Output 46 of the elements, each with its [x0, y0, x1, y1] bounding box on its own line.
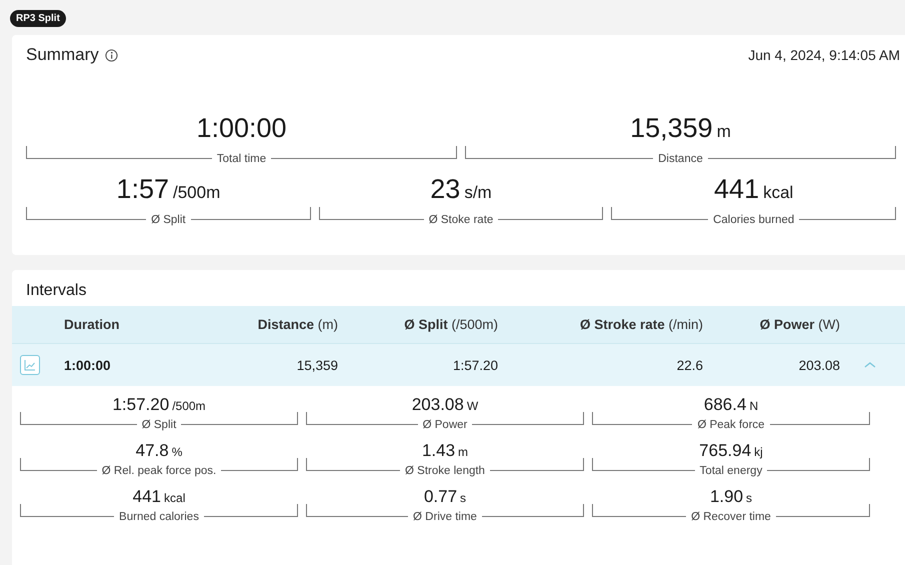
stat-label: Total time [216, 152, 268, 166]
stat-label: Total energy [698, 464, 764, 478]
stat-label: Ø Peak force [696, 418, 766, 432]
stat-value: 686.4 N [704, 396, 758, 415]
table-cell-text: 1:00:00 [64, 358, 112, 372]
stat-label: Ø Rel. peak force pos. [100, 464, 218, 478]
stat-value: 203.08 W [412, 396, 478, 415]
stat-label: Ø Drive time [412, 510, 478, 524]
badge: RP3 Split [10, 10, 66, 27]
card-title: Intervals [25, 281, 88, 301]
date-time: Jun 4, 2024, 9:14:05 AM [748, 47, 900, 63]
table-cell-text: 1:57.20 [452, 358, 498, 372]
info-icon[interactable] [104, 48, 118, 62]
stat-label: Burned calories [118, 510, 200, 524]
stat-value: 0.77 s [424, 488, 466, 507]
column-header[interactable]: Duration [64, 317, 234, 332]
stat-label: Ø Recover time [690, 510, 772, 524]
stat-value: 1:00:00 [196, 113, 287, 144]
stat-value: 47.8 % [136, 442, 182, 461]
stat-label: Ø Stroke length [404, 464, 486, 478]
table-cell-text: 22.6 [676, 358, 703, 372]
stat-label: Calories burned [712, 213, 796, 227]
card-title: Summary [26, 45, 99, 65]
table-cell-text: 203.08 [798, 358, 840, 372]
stat-value: 441 kcal [132, 488, 186, 507]
chart-icon [24, 359, 36, 371]
stat-value: 23 s/m [430, 174, 492, 205]
stat-value: 1:57.20 /500m [112, 396, 206, 415]
stat-label: Distance [657, 152, 704, 166]
stat-value: 1:57/500m [116, 174, 220, 205]
stat-value: 765.94 kj [699, 442, 763, 461]
stat-value: 1.90 s [710, 488, 752, 507]
stat-value: 441 kcal [714, 174, 794, 205]
stat-label: Ø Split [150, 213, 187, 227]
stat-label: Ø Stoke rate [428, 213, 494, 227]
column-header[interactable]: Ø Power (W) [703, 317, 840, 332]
stat-label: Ø Split [140, 418, 178, 432]
chevron-icon[interactable] [864, 361, 876, 369]
stat-value: 1.43 m [422, 442, 468, 461]
chart-button[interactable] [20, 355, 40, 375]
column-header[interactable]: Distance (m) [234, 317, 338, 332]
stat-value: 15,359 m [630, 113, 731, 144]
table-cell-text: 15,359 [296, 358, 338, 372]
column-header[interactable]: Ø Split (/500m) [338, 317, 498, 332]
column-header[interactable]: Ø Stroke rate (/min) [498, 317, 703, 332]
stat-label: Ø Power [422, 418, 468, 432]
